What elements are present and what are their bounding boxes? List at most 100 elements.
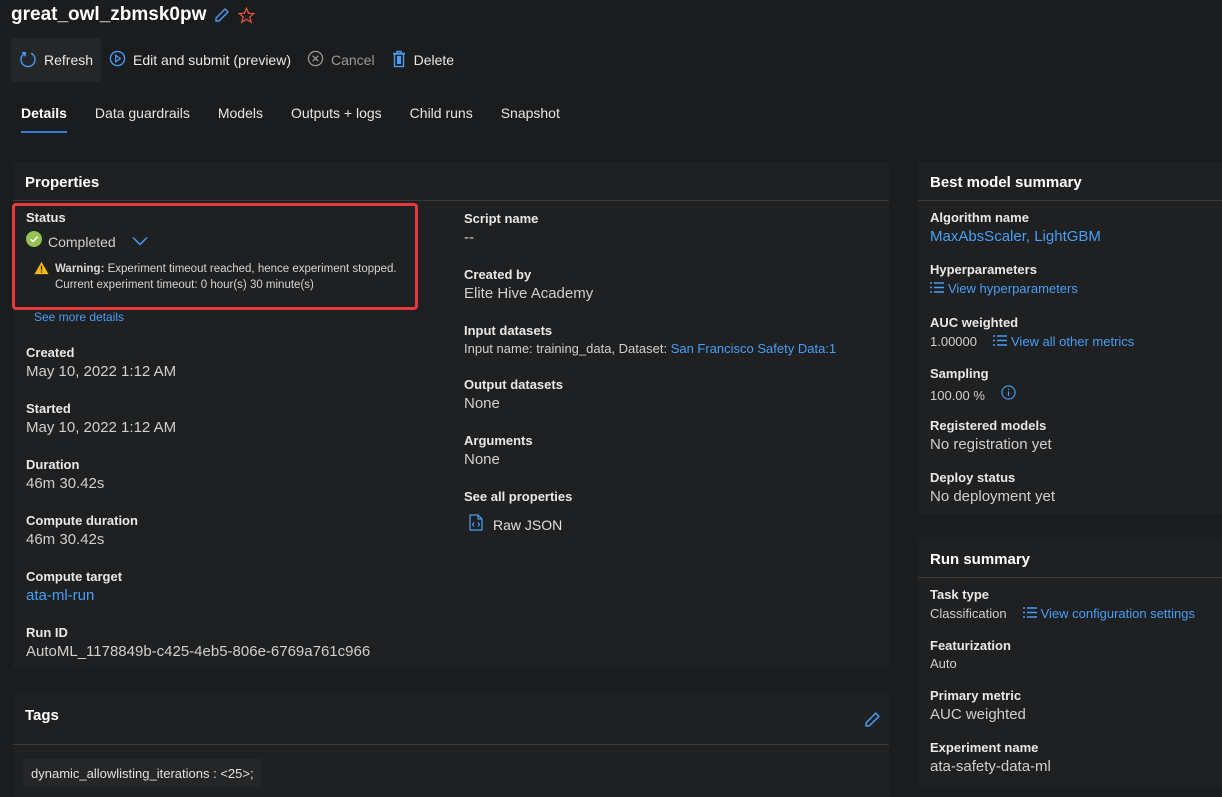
- list-icon: [993, 334, 1007, 349]
- featurization-field: Featurization Auto: [930, 638, 1011, 671]
- compute-duration-label: Compute duration: [26, 513, 138, 528]
- tags-divider: [13, 744, 889, 745]
- list-icon: [1022, 606, 1037, 621]
- script-name-field: Script name --: [464, 211, 538, 246]
- edit-pencil-icon[interactable]: [214, 7, 230, 23]
- output-datasets-value: None: [464, 395, 500, 412]
- dataset-link[interactable]: San Francisco Safety Data:1: [671, 341, 836, 356]
- warning-timeout-text: Current experiment timeout: 0 hour(s) 30…: [55, 279, 314, 291]
- compute-duration-value: 46m 30.42s: [26, 531, 105, 548]
- view-configuration-link[interactable]: View configuration settings: [1022, 606, 1196, 621]
- properties-header: Properties: [25, 174, 100, 191]
- tab-child-runs[interactable]: Child runs: [410, 96, 473, 133]
- trash-icon: [391, 50, 407, 71]
- algorithm-label: Algorithm name: [930, 210, 1029, 225]
- view-all-metrics-link[interactable]: View all other metrics: [993, 334, 1134, 349]
- experiment-name-field: Experiment name ata-safety-data-ml: [930, 740, 1051, 775]
- info-icon[interactable]: [1001, 385, 1016, 405]
- output-datasets-field: Output datasets None: [464, 377, 563, 412]
- tab-models[interactable]: Models: [218, 96, 263, 133]
- timeout-warning: Warning: Experiment timeout reached, hen…: [55, 261, 397, 293]
- refresh-label: Refresh: [44, 52, 94, 68]
- see-all-properties-field: See all properties Raw JSON: [464, 489, 572, 536]
- run-id-field: Run ID AutoML_1178849b-c425-4eb5-806e-67…: [26, 625, 370, 660]
- delete-button[interactable]: Delete: [383, 38, 462, 82]
- view-hyperparameters-link[interactable]: View hyperparameters: [930, 281, 1078, 296]
- cancel-label: Cancel: [330, 52, 375, 68]
- warning-text: Experiment timeout reached, hence experi…: [104, 263, 397, 275]
- auc-label: AUC weighted: [930, 315, 1019, 330]
- see-more-details-link[interactable]: See more details: [34, 310, 124, 324]
- compute-target-link[interactable]: ata-ml-run: [26, 587, 122, 604]
- edit-and-submit-label: Edit and submit (preview): [133, 52, 291, 68]
- hyperparameters-field: Hyperparameters View hyperparameters: [930, 262, 1078, 298]
- warning-triangle-icon: [34, 261, 49, 293]
- run-summary-divider: [918, 577, 1222, 578]
- tag-chip: dynamic_allowlisting_iterations : <25>;: [23, 759, 262, 787]
- status-field: Status Completed Warning: Experiment tim…: [26, 210, 397, 293]
- tab-details[interactable]: Details: [21, 96, 67, 133]
- properties-divider: [13, 200, 889, 201]
- page-title: great_owl_zbmsk0pw: [11, 4, 207, 25]
- primary-metric-label: Primary metric: [930, 688, 1022, 703]
- auc-field: AUC weighted 1.00000 View all other metr…: [930, 315, 1134, 349]
- created-by-value: Elite Hive Academy: [464, 285, 594, 302]
- best-model-divider: [918, 200, 1222, 201]
- edit-tags-pencil-icon[interactable]: [864, 711, 881, 733]
- deploy-status-field: Deploy status No deployment yet: [930, 470, 1055, 505]
- deploy-status-value: No deployment yet: [930, 488, 1056, 505]
- best-model-summary-header: Best model summary: [930, 174, 1082, 191]
- task-type-value: Classification: [930, 606, 1007, 621]
- registered-models-label: Registered models: [930, 418, 1047, 433]
- primary-metric-field: Primary metric AUC weighted: [930, 688, 1026, 723]
- featurization-value: Auto: [930, 656, 957, 671]
- compute-target-field: Compute target ata-ml-run: [26, 569, 122, 604]
- experiment-name-value: ata-safety-data-ml: [930, 758, 1051, 775]
- task-type-field: Task type Classification View configurat…: [930, 587, 1195, 621]
- view-configuration-label: View configuration settings: [1040, 606, 1196, 621]
- arguments-field: Arguments None: [464, 433, 533, 468]
- run-id-value: AutoML_1178849b-c425-4eb5-806e-6769a761c…: [26, 643, 371, 660]
- warning-prefix: Warning:: [55, 263, 105, 275]
- run-id-label: Run ID: [26, 625, 68, 640]
- tab-outputs-logs[interactable]: Outputs + logs: [291, 96, 382, 133]
- edit-and-submit-button[interactable]: Edit and submit (preview): [101, 38, 299, 82]
- created-value: May 10, 2022 1:12 AM: [26, 363, 177, 380]
- status-label: Status: [26, 210, 66, 225]
- hyperparameters-label: Hyperparameters: [930, 262, 1037, 277]
- created-field: Created May 10, 2022 1:12 AM: [26, 345, 176, 380]
- created-by-field: Created by Elite Hive Academy: [464, 267, 593, 302]
- list-icon: [930, 281, 944, 296]
- favorite-star-icon[interactable]: [238, 6, 256, 24]
- delete-label: Delete: [413, 52, 455, 68]
- sampling-label: Sampling: [930, 366, 989, 381]
- registered-models-field: Registered models No registration yet: [930, 418, 1052, 453]
- status-expand-chevron-icon[interactable]: [132, 233, 148, 251]
- status-value: Completed: [48, 233, 116, 250]
- command-bar: Refresh Edit and submit (preview) Cancel…: [11, 38, 462, 82]
- play-circle-icon: [109, 50, 126, 70]
- compute-duration-field: Compute duration 46m 30.42s: [26, 513, 138, 548]
- featurization-label: Featurization: [930, 638, 1011, 653]
- created-by-label: Created by: [464, 267, 532, 282]
- completed-check-icon: [26, 231, 42, 252]
- script-name-value: --: [464, 229, 474, 246]
- refresh-button[interactable]: Refresh: [11, 38, 102, 82]
- started-value: May 10, 2022 1:12 AM: [26, 419, 177, 436]
- raw-json-label: Raw JSON: [493, 517, 563, 533]
- algorithm-field: Algorithm name MaxAbsScaler, LightGBM: [930, 210, 1101, 245]
- duration-value: 46m 30.42s: [26, 475, 105, 492]
- tab-bar: Details Data guardrails Models Outputs +…: [21, 96, 560, 133]
- tab-data-guardrails[interactable]: Data guardrails: [95, 96, 190, 133]
- cancel-button[interactable]: Cancel: [299, 38, 383, 82]
- tab-snapshot[interactable]: Snapshot: [501, 96, 560, 133]
- input-datasets-prefix: Input name: training_data, Dataset:: [464, 341, 671, 356]
- started-label: Started: [26, 401, 71, 416]
- see-all-properties-label: See all properties: [464, 489, 573, 504]
- arguments-value: None: [464, 451, 500, 468]
- sampling-value: 100.00 %: [930, 387, 985, 403]
- duration-field: Duration 46m 30.42s: [26, 457, 104, 492]
- raw-json-button[interactable]: Raw JSON: [469, 514, 572, 536]
- algorithm-link[interactable]: MaxAbsScaler, LightGBM: [930, 228, 1101, 245]
- input-datasets-label: Input datasets: [464, 323, 553, 338]
